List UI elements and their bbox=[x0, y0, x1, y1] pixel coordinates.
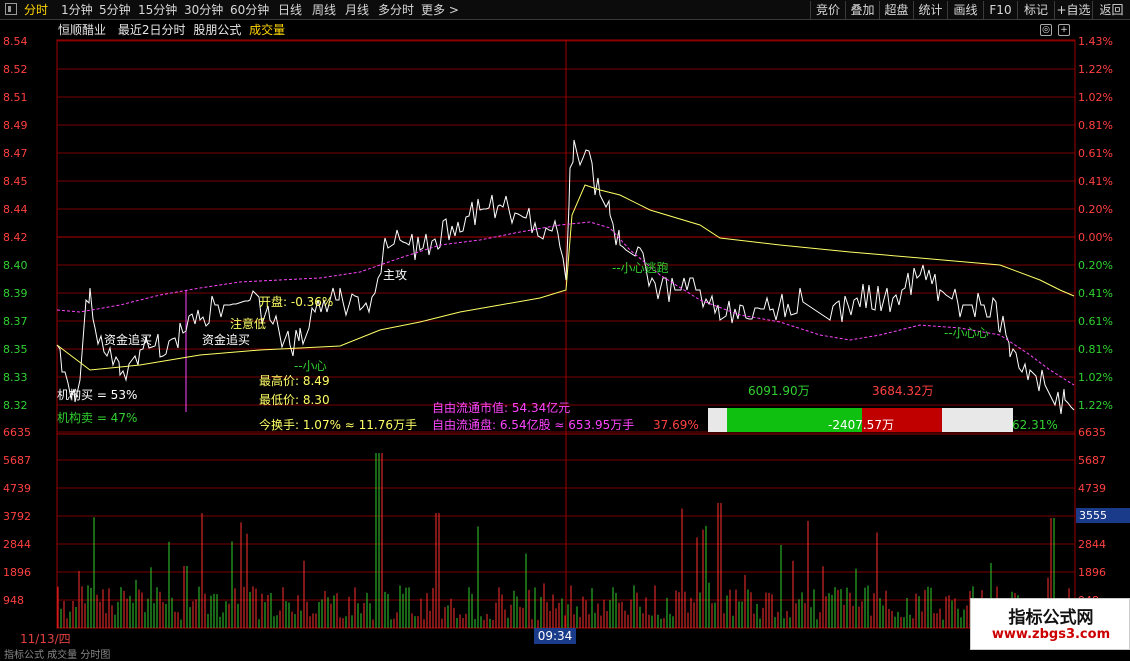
stat-open: 开盘: -0.36% bbox=[259, 294, 333, 309]
volume-axis-label-right: 5687 bbox=[1078, 454, 1106, 467]
annotation-zijin-1: 资金追买 bbox=[104, 332, 152, 347]
volume-axis-label-left: 948 bbox=[3, 594, 24, 607]
left-axis-label: 8.44 bbox=[3, 203, 28, 216]
date-label: 11/13/四 bbox=[20, 632, 71, 646]
volume-axis-label-right: 6635 bbox=[1078, 426, 1106, 439]
right-axis-label: 1.02% bbox=[1078, 371, 1113, 384]
volume-axis-label-left: 1896 bbox=[3, 566, 31, 579]
watermark-url: www.zbgs3.com bbox=[991, 627, 1111, 642]
volume-axis-label-right: 2844 bbox=[1078, 538, 1106, 551]
stat-turnover: 今换手: 1.07% ≈ 11.76万手 bbox=[259, 417, 417, 432]
right-axis-label: 0.61% bbox=[1078, 147, 1113, 160]
volume-axis-label-left: 2844 bbox=[3, 538, 31, 551]
right-axis-label: 0.00% bbox=[1078, 231, 1113, 244]
volume-axis-label-left: 3792 bbox=[3, 510, 31, 523]
left-axis-label: 8.37 bbox=[3, 315, 28, 328]
stat-pct-right: 62.31% bbox=[1012, 418, 1058, 432]
left-axis-label: 8.39 bbox=[3, 287, 28, 300]
cursor-time-label: 09:34 bbox=[534, 628, 576, 644]
right-axis-label: 0.81% bbox=[1078, 343, 1113, 356]
left-axis-label: 8.47 bbox=[3, 147, 28, 160]
volume-axis-label-left: 6635 bbox=[3, 426, 31, 439]
right-axis-label: 1.22% bbox=[1078, 399, 1113, 412]
stat-net-amount: -2407.57万 bbox=[828, 418, 894, 432]
volume-highlight-value: 3555 bbox=[1079, 509, 1107, 522]
stat-sell-amount: 3684.32万 bbox=[872, 384, 934, 398]
annotation-xiaoxin-1: --小心 bbox=[294, 359, 327, 373]
right-axis-label: 1.22% bbox=[1078, 63, 1113, 76]
stat-low: 最低价: 8.30 bbox=[259, 393, 330, 407]
annotation-institution-sell: 机构卖 = 47% bbox=[57, 410, 137, 425]
annotation-zhugong: 主攻 bbox=[383, 268, 407, 282]
bar-segment-right-gray bbox=[942, 408, 1013, 432]
annotation-zijin-2: 资金追买 bbox=[202, 332, 250, 347]
stat-high: 最高价: 8.49 bbox=[259, 373, 330, 388]
stat-float-shares: 自由流通盘: 6.54亿股 ≈ 653.95万手 bbox=[432, 417, 634, 432]
right-axis-label: 0.20% bbox=[1078, 259, 1113, 272]
left-axis-label: 8.51 bbox=[3, 91, 28, 104]
site-watermark: 指标公式网 www.zbgs3.com bbox=[970, 598, 1130, 650]
right-axis-label: 0.20% bbox=[1078, 203, 1113, 216]
right-axis-label: 0.41% bbox=[1078, 287, 1113, 300]
stat-float-cap: 自由流通市值: 54.34亿元 bbox=[432, 400, 570, 415]
left-axis-label: 8.52 bbox=[3, 63, 28, 76]
volume-bars bbox=[57, 453, 1070, 628]
left-axis-label: 8.49 bbox=[3, 119, 28, 132]
intraday-chart[interactable]: 8.54 1.43% 8.52 1.22% 8.51 1.02% 8.49 0.81% 8.47… bbox=[0, 0, 1130, 650]
right-axis-label: 0.61% bbox=[1078, 315, 1113, 328]
volume-axis-label-left: 5687 bbox=[3, 454, 31, 467]
right-axis-label: 0.41% bbox=[1078, 175, 1113, 188]
left-axis-label: 8.42 bbox=[3, 231, 28, 244]
left-axis-label: 8.54 bbox=[3, 35, 28, 48]
annotation-zhuli: 注意低 bbox=[230, 316, 266, 331]
left-axis-label: 8.40 bbox=[3, 259, 28, 272]
left-axis-label: 8.35 bbox=[3, 343, 28, 356]
right-axis-label: 1.43% bbox=[1078, 35, 1113, 48]
annotation-xiaoxin-3: --小心逃跑 bbox=[612, 261, 669, 275]
left-axis-label: 8.32 bbox=[3, 399, 28, 412]
annotation-xiaoxin-2: --小心心 bbox=[944, 326, 989, 340]
volume-axis-label-right: 4739 bbox=[1078, 482, 1106, 495]
stat-pct-left: 37.69% bbox=[653, 418, 699, 432]
right-axis-label: 0.81% bbox=[1078, 119, 1113, 132]
watermark-title: 指标公式网 bbox=[1008, 608, 1094, 628]
bar-segment-left-gray bbox=[708, 408, 727, 432]
volume-axis-label-right: 1896 bbox=[1078, 566, 1106, 579]
left-axis-label: 8.33 bbox=[3, 371, 28, 384]
annotation-institution-buy: 机构买 = 53% bbox=[57, 387, 137, 402]
stat-buy-amount: 6091.90万 bbox=[748, 384, 810, 398]
left-axis-label: 8.45 bbox=[3, 175, 28, 188]
right-axis-label: 1.02% bbox=[1078, 91, 1113, 104]
volume-axis-label-left: 4739 bbox=[3, 482, 31, 495]
status-text: 指标公式 成交量 分时图 bbox=[4, 650, 111, 661]
